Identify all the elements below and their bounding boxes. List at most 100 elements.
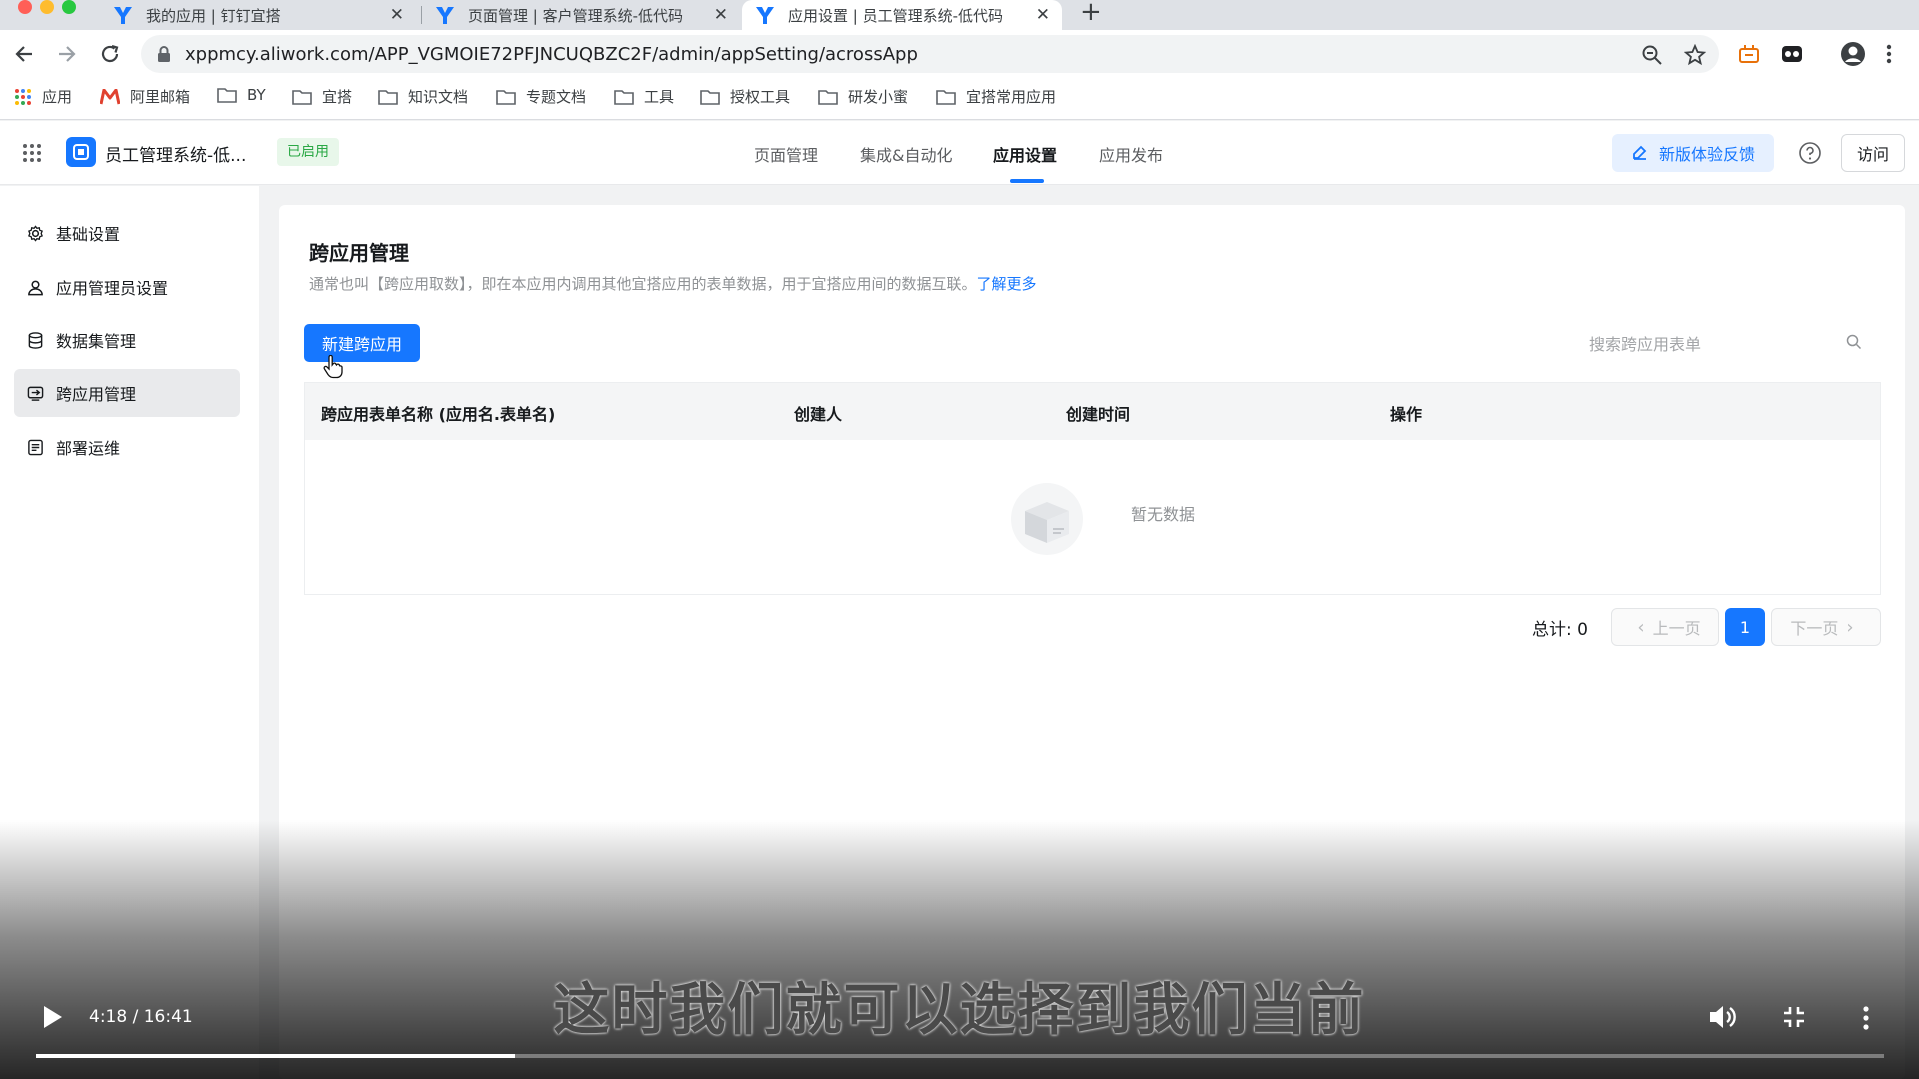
bookmark-folder[interactable]: 知识文档 — [378, 86, 468, 107]
more-options-icon[interactable] — [1862, 1006, 1870, 1034]
bookmark-label: 研发小蜜 — [848, 88, 909, 106]
app-switcher-icon[interactable] — [22, 143, 42, 167]
apps-grid-icon — [14, 88, 32, 106]
bookmark-label: 阿里邮箱 — [130, 88, 191, 106]
sidebar-item-label: 基础设置 — [56, 225, 121, 244]
profile-avatar-icon[interactable] — [1840, 41, 1865, 66]
window-minimize-dot[interactable] — [40, 0, 54, 14]
bookmark-label: 宜搭 — [322, 88, 353, 106]
yida-logo-icon — [434, 4, 456, 26]
prev-page-button[interactable]: ‹ 上一页 — [1611, 608, 1719, 646]
learn-more-link[interactable]: 了解更多 — [977, 275, 1037, 293]
video-progress-bar[interactable] — [36, 1054, 1884, 1058]
close-icon[interactable]: ✕ — [714, 5, 728, 25]
page-title: 跨应用管理 — [309, 241, 409, 265]
bookmark-label: 宜搭常用应用 — [966, 88, 1057, 106]
bookmark-label: 授权工具 — [730, 88, 791, 106]
browser-tab-strip: 我的应用 | 钉钉宜搭 ✕ 页面管理 | 客户管理系统-低代码 ✕ 应用设置 |… — [0, 0, 1919, 30]
close-icon[interactable]: ✕ — [1036, 5, 1050, 25]
prev-page-label: 上一页 — [1652, 619, 1701, 638]
search-icon[interactable] — [1845, 333, 1863, 355]
page-description: 通常也叫【跨应用取数】，即在本应用内调用其他宜搭应用的表单数据，用于宜搭应用间的… — [309, 273, 1037, 294]
empty-state-text: 暂无数据 — [1131, 505, 1196, 524]
browser-menu-icon[interactable] — [1884, 42, 1908, 66]
lock-icon — [157, 46, 171, 66]
back-icon[interactable] — [10, 40, 38, 68]
window-zoom-dot[interactable] — [62, 0, 76, 14]
bookmark-folder[interactable]: 宜搭 — [292, 86, 352, 107]
sidebar-item-deploy[interactable]: 部署运维 — [14, 423, 240, 471]
nav-active-indicator — [1010, 179, 1044, 183]
next-page-button[interactable]: 下一页 › — [1771, 608, 1881, 646]
column-header: 创建人 — [794, 405, 843, 424]
zoom-icon[interactable] — [1641, 44, 1663, 66]
bookmark-star-icon[interactable] — [1683, 43, 1707, 66]
feedback-button[interactable]: 新版体验反馈 — [1612, 134, 1774, 172]
column-header: 操作 — [1390, 405, 1423, 424]
url-text: xppmcy.aliwork.com/APP_VGMOIE72PFJNCUQBZ… — [185, 44, 918, 65]
tab-title: 页面管理 | 客户管理系统-低代码 — [468, 6, 684, 25]
folder-icon — [292, 89, 312, 105]
sidebar-item-label: 应用管理员设置 — [56, 279, 169, 298]
nav-integration[interactable]: 集成&自动化 — [860, 142, 952, 166]
help-icon[interactable] — [1798, 141, 1822, 169]
bookmark-label: 应用 — [42, 88, 73, 106]
chevron-right-icon: › — [1846, 616, 1854, 638]
bookmark-label: 工具 — [644, 88, 675, 106]
yida-logo-icon — [754, 4, 776, 26]
search-input[interactable] — [1577, 326, 1881, 362]
mail-logo-icon — [100, 88, 120, 105]
bookmark-folder[interactable]: 专题文档 — [496, 86, 586, 107]
sidebar-item-dataset[interactable]: 数据集管理 — [14, 316, 240, 364]
bookmark-label: 专题文档 — [526, 88, 587, 106]
forward-icon[interactable] — [53, 40, 81, 68]
table-header: 跨应用表单名称 (应用名.表单名) 创建人 创建时间 操作 — [305, 383, 1880, 440]
bookmark-folder[interactable]: 工具 — [614, 86, 674, 107]
nav-app-settings[interactable]: 应用设置 — [993, 142, 1057, 166]
bookmark-mail[interactable]: 阿里邮箱 — [100, 86, 190, 107]
bookmark-label: BY — [247, 86, 266, 104]
status-badge: 已启用 — [277, 138, 339, 166]
video-progress-fill — [36, 1054, 516, 1058]
sidebar-item-admin-settings[interactable]: 应用管理员设置 — [14, 263, 240, 311]
page-number-current[interactable]: 1 — [1725, 608, 1765, 646]
volume-icon[interactable] — [1708, 1003, 1738, 1035]
reload-icon[interactable] — [96, 40, 124, 68]
edit-icon — [1633, 145, 1647, 160]
extension-icon[interactable] — [1780, 42, 1804, 66]
database-icon — [26, 331, 44, 349]
bookmark-folder[interactable]: 宜搭常用应用 — [936, 86, 1056, 107]
bookmark-folder[interactable]: 研发小蜜 — [818, 86, 908, 107]
nav-page-management[interactable]: 页面管理 — [754, 142, 818, 166]
description-text: 通常也叫【跨应用取数】，即在本应用内调用其他宜搭应用的表单数据，用于宜搭应用间的… — [309, 275, 977, 293]
sidebar-item-cross-app[interactable]: 跨应用管理 — [14, 369, 240, 417]
new-tab-button[interactable]: + — [1080, 0, 1102, 25]
exit-fullscreen-icon[interactable] — [1782, 1006, 1806, 1032]
nav-app-publish[interactable]: 应用发布 — [1099, 142, 1163, 166]
close-icon[interactable]: ✕ — [390, 5, 404, 25]
bookmark-apps[interactable]: 应用 — [14, 86, 72, 107]
browser-tab-active[interactable]: 应用设置 | 员工管理系统-低代码 ✕ — [742, 0, 1062, 30]
window-close-dot[interactable] — [18, 0, 32, 14]
app-name[interactable]: 员工管理系统-低... — [105, 141, 246, 166]
folder-icon — [614, 89, 634, 105]
visit-button[interactable]: 访问 — [1841, 134, 1905, 172]
deploy-icon — [26, 438, 44, 456]
new-cross-app-button[interactable]: 新建跨应用 — [304, 324, 420, 362]
sidebar-item-label: 数据集管理 — [56, 332, 137, 351]
folder-icon — [818, 89, 838, 105]
next-page-label: 下一页 — [1790, 619, 1839, 638]
video-subtitle: 这时我们就可以选择到我们当前 — [553, 978, 1366, 1043]
cross-app-table: 跨应用表单名称 (应用名.表单名) 创建人 创建时间 操作 暂无数据 — [304, 382, 1881, 595]
bookmark-folder[interactable]: BY — [217, 86, 266, 104]
bookmark-folder[interactable]: 授权工具 — [700, 86, 790, 107]
play-icon[interactable] — [42, 1004, 64, 1034]
browser-tab[interactable]: 页面管理 | 客户管理系统-低代码 ✕ — [422, 0, 740, 30]
sidebar-item-basic-settings[interactable]: 基础设置 — [14, 209, 240, 257]
video-time: 4:18 / 16:41 — [89, 1007, 193, 1027]
app-header: 员工管理系统-低... 已启用 页面管理 集成&自动化 应用设置 应用发布 新版… — [0, 121, 1919, 185]
feedback-label: 新版体验反馈 — [1658, 145, 1755, 164]
browser-tab[interactable]: 我的应用 | 钉钉宜搭 ✕ — [100, 0, 416, 30]
address-bar[interactable]: xppmcy.aliwork.com/APP_VGMOIE72PFJNCUQBZ… — [141, 35, 1719, 73]
extension-icon[interactable] — [1737, 42, 1761, 66]
